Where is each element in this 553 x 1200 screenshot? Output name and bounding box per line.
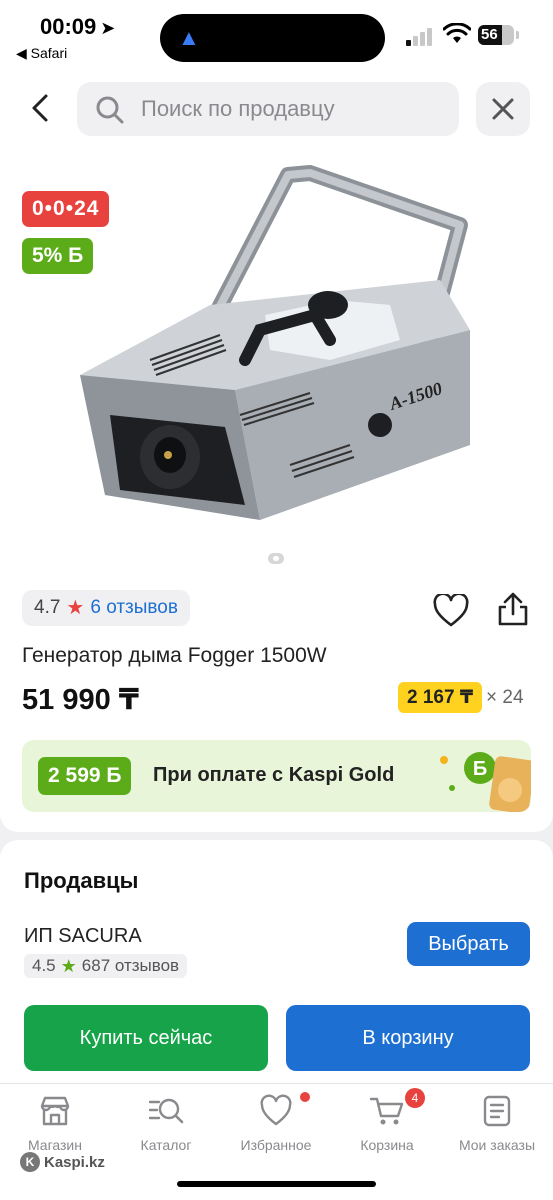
chevron-left-icon [32,94,48,122]
gold-banner-text: При оплате с Kaspi Gold [153,764,395,786]
share-icon[interactable] [494,590,532,628]
catalog-search-icon [148,1098,184,1124]
kaspi-gold-banner[interactable]: 2 599 Б При оплате с Kaspi Gold Б [22,740,531,812]
product-image[interactable]: A-1500 [60,165,500,545]
navigation-arrow-icon: ▲ [178,25,200,50]
seller-reviews: 687 отзывов [81,956,180,975]
close-icon [492,98,514,120]
reviews-link[interactable]: 6 отзывов [90,590,178,626]
timer-badge: 0•0•24 [22,191,110,227]
shop-icon [40,1096,70,1126]
tab-label: Корзина [360,1137,414,1153]
orders-icon [483,1095,511,1127]
clock-text: 00:09 [40,14,97,39]
tab-label: Мои заказы [458,1137,536,1153]
choose-seller-button[interactable]: Выбрать [407,922,530,966]
seller-rating-value: 4.5 [32,956,56,975]
product-price: 51 990 ₸ [22,684,139,716]
close-button[interactable] [476,82,530,136]
bonus-badge: 5% Б [22,238,94,274]
sellers-card: Продавцы ИП SACURA 4.5 ★ 687 отзывов Выб… [0,840,553,1085]
kaspi-logo-icon: K [20,1152,40,1172]
sellers-heading: Продавцы [24,868,139,893]
seller-rating-pill[interactable]: 4.5 ★ 687 отзывов [24,954,188,978]
tab-cart[interactable]: Корзина [332,1094,442,1156]
seller-name[interactable]: ИП SACURA [24,925,142,948]
tab-catalog[interactable]: Каталог [111,1094,221,1156]
svg-text:Б: Б [473,758,487,780]
clock: 00:09 ➤ [40,14,115,40]
status-bar: 00:09 ➤ ◀ Safari ▲ 56 [0,0,553,70]
installment-amount: 2 167 ₸ [398,682,483,713]
tab-favorites[interactable]: Избранное [221,1094,331,1156]
product-title: Генератор дыма Fogger 1500W [22,644,327,667]
cart-icon [369,1097,404,1125]
search-icon [96,96,124,124]
heart-icon[interactable] [433,594,469,628]
battery-icon: 56 [478,25,514,45]
home-indicator[interactable] [177,1181,376,1187]
favorites-notification-dot [300,1092,310,1102]
kaspi-gold-card-icon: Б [440,752,531,812]
tab-label: Избранное [240,1137,312,1153]
kaspi-watermark: K Kaspi.kz [20,1152,105,1172]
buy-now-button[interactable]: Купить сейчас [24,1005,268,1071]
gold-bonus-badge: 2 599 Б [38,757,132,795]
product-card: A-1500 0•0•24 5% Б 4.7 ★ 6 отзывов Генер… [0,70,553,832]
seller-search-input[interactable] [141,82,441,136]
search-header [0,80,553,136]
search-box[interactable] [77,82,459,136]
star-icon: ★ [60,956,77,976]
back-to-safari-link[interactable]: ◀ Safari [16,45,67,62]
installment-info[interactable]: 2 167 ₸ × 24 [398,682,524,713]
rating-pill[interactable]: 4.7 ★ 6 отзывов [22,590,190,626]
add-to-cart-button[interactable]: В корзину [286,1005,530,1071]
installment-months: × 24 [486,686,524,708]
image-pager-dot[interactable] [268,553,284,564]
tab-label: Магазин [27,1137,82,1153]
cart-count-badge: 4 [405,1088,425,1108]
heart-icon [260,1094,292,1126]
tab-shop[interactable]: Магазин [0,1094,110,1156]
tab-orders[interactable]: Мои заказы [442,1094,552,1156]
dynamic-island: ▲ [160,14,385,62]
rating-value: 4.7 [34,597,61,618]
battery-tip [516,31,519,39]
battery-level: 56 [481,26,498,43]
back-button[interactable] [26,90,58,126]
location-arrow-icon: ➤ [100,18,116,38]
watermark-text: Kaspi.kz [44,1153,105,1171]
star-icon: ★ [66,597,85,619]
cellular-signal-icon [406,28,436,46]
tab-label: Каталог [140,1137,192,1153]
wifi-icon [443,23,471,43]
